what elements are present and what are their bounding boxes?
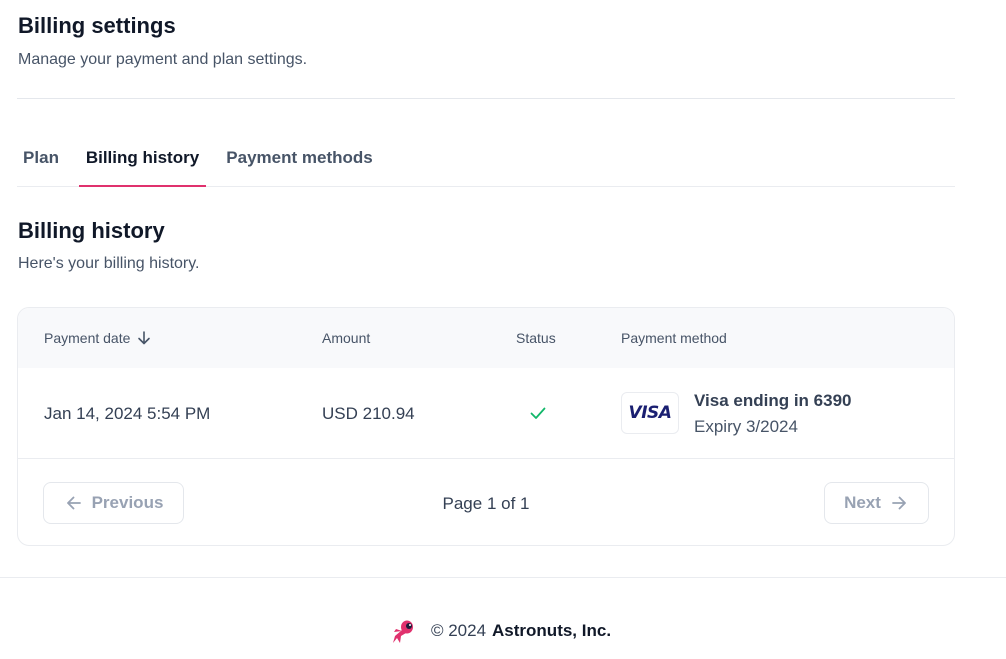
billing-settings-page: Billing settings Manage your payment and…: [0, 0, 1006, 659]
page-indicator: Page 1 of 1: [18, 494, 954, 514]
page-header: Billing settings Manage your payment and…: [18, 12, 955, 70]
payment-amount: USD 210.94: [322, 404, 415, 423]
column-header-payment-method: Payment method: [621, 330, 727, 346]
column-header-label: Payment date: [44, 330, 131, 346]
footer-divider: [0, 577, 1006, 578]
check-icon: [530, 407, 546, 419]
billing-history-table: Payment date Amount Status Payment metho…: [17, 307, 955, 546]
card-label: Visa ending in 6390: [694, 391, 852, 410]
table-header: Payment date Amount Status Payment metho…: [18, 308, 954, 368]
tab-plan[interactable]: Plan: [17, 130, 65, 187]
settings-tabs: Plan Billing history Payment methods: [17, 130, 955, 187]
arrow-right-icon: [892, 496, 906, 510]
section-title: Billing history: [18, 218, 165, 243]
next-label: Next: [844, 493, 881, 512]
header-divider: [17, 98, 955, 99]
next-button[interactable]: Next: [824, 482, 929, 524]
company-name: Astronuts, Inc.: [492, 621, 612, 640]
section-subtitle: Here's your billing history.: [18, 255, 200, 272]
column-header-payment-date[interactable]: Payment date: [44, 330, 152, 346]
arrow-down-icon: [138, 331, 151, 345]
visa-card-icon: VISA: [621, 392, 679, 434]
payment-date: Jan 14, 2024 5:54 PM: [44, 404, 211, 423]
page-title: Billing settings: [18, 13, 176, 38]
page-indicator-text: Page 1 of 1: [442, 494, 530, 513]
column-header-amount: Amount: [322, 330, 371, 346]
copyright-text: © 2024: [430, 621, 487, 640]
footer: © 2024 Astronuts, Inc.: [0, 616, 1006, 646]
billing-history-section: Billing history Here's your billing hist…: [18, 217, 200, 274]
table-row: Jan 14, 2024 5:54 PM USD 210.94 VISA Vis…: [18, 368, 954, 459]
card-expiry: Expiry 3/2024: [694, 417, 798, 436]
column-header-status: Status: [516, 330, 556, 346]
tab-billing-history[interactable]: Billing history: [79, 130, 206, 187]
page-subtitle: Manage your payment and plan settings.: [18, 51, 308, 68]
astronaut-logo-icon: [392, 620, 413, 643]
pagination: Previous Page 1 of 1 Next: [18, 459, 954, 545]
tab-payment-methods[interactable]: Payment methods: [220, 130, 379, 187]
